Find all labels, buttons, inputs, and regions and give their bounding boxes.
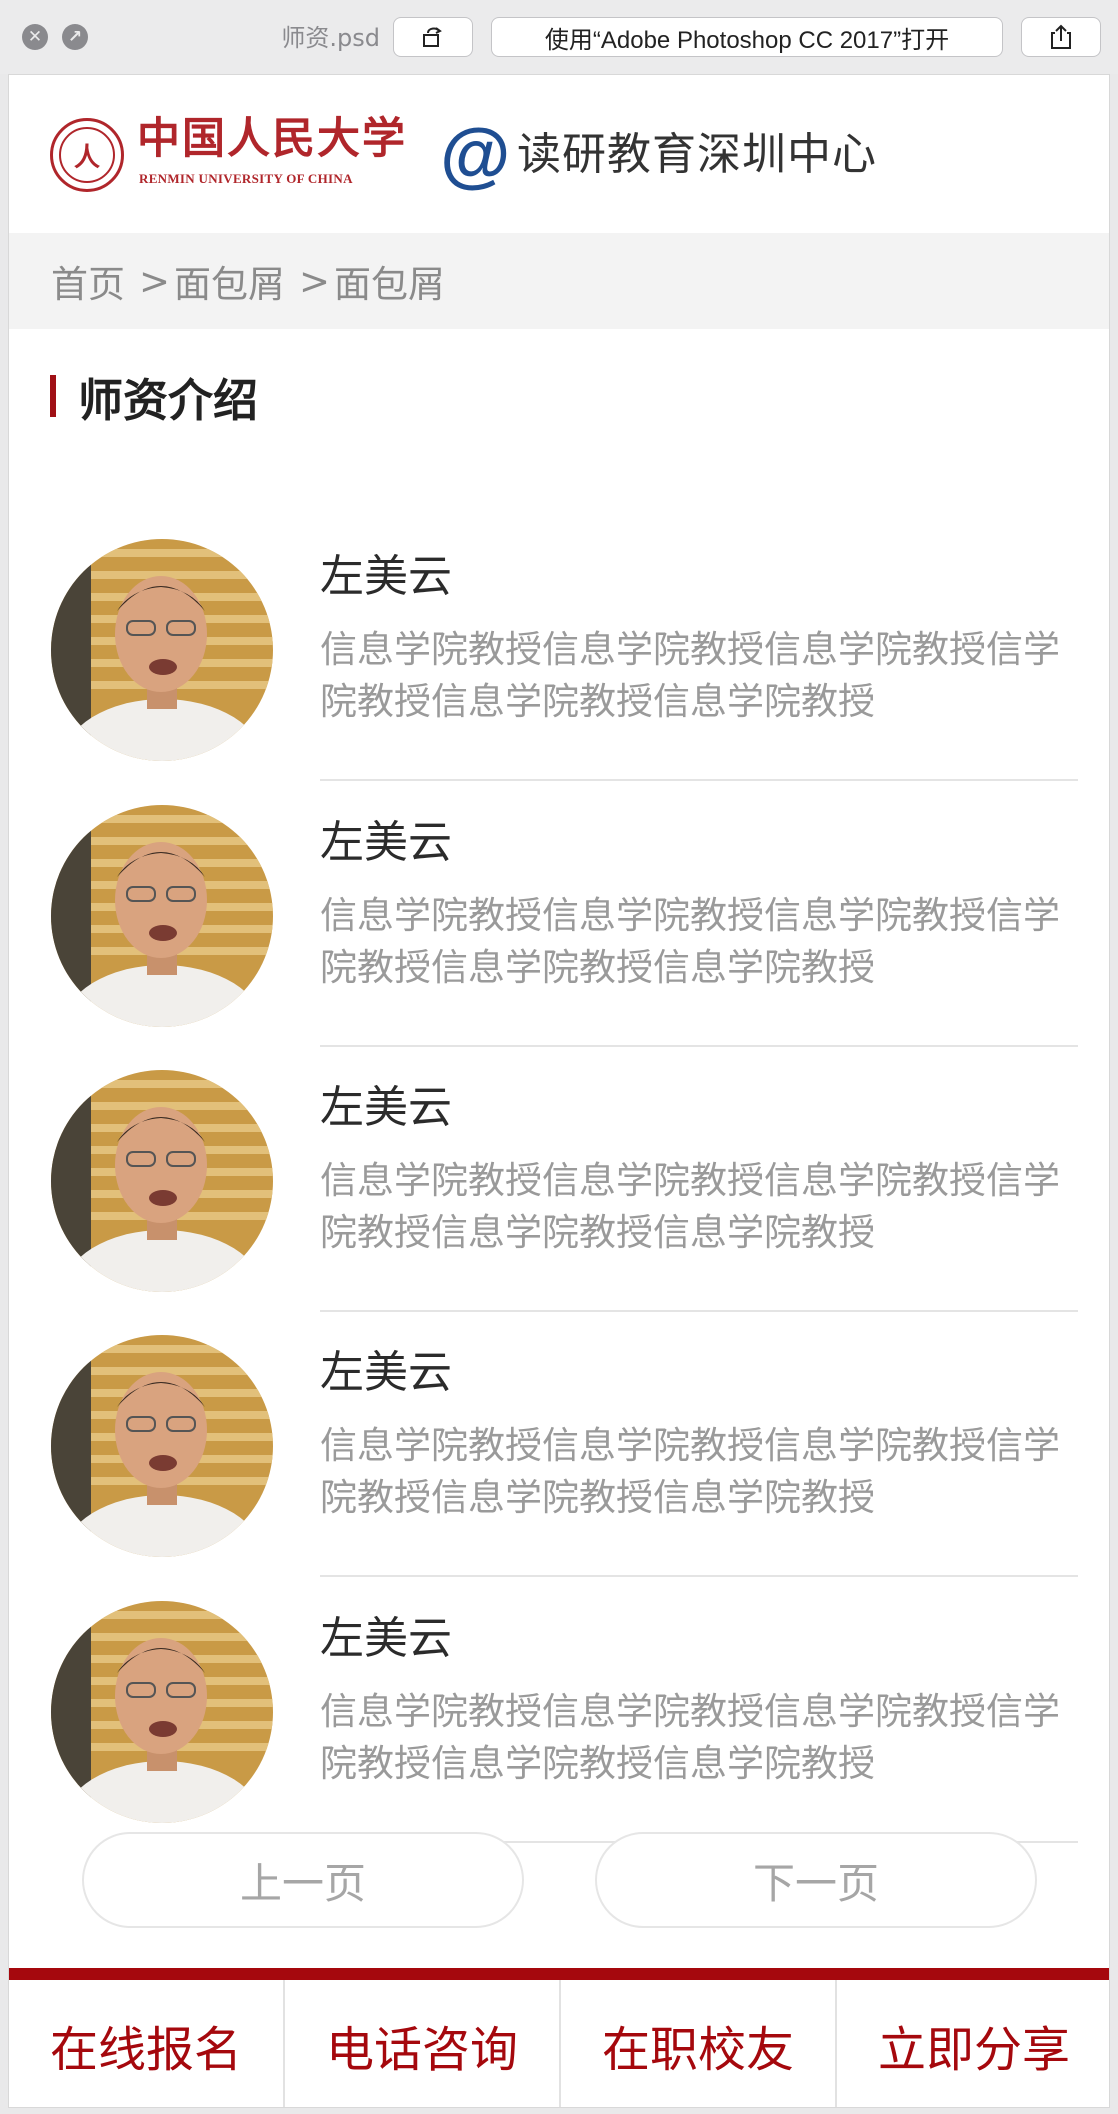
nav-online-signup[interactable]: 在线报名 <box>9 1980 285 2107</box>
breadcrumb-separator: > <box>139 259 171 303</box>
breadcrumb-item[interactable]: 面包屑 <box>174 254 285 308</box>
share-button[interactable] <box>1021 17 1101 57</box>
rotate-button[interactable] <box>393 17 473 57</box>
teacher-name: 左美云 <box>320 1347 452 1398</box>
next-page-button[interactable]: 下一页 <box>595 1832 1037 1928</box>
close-icon[interactable]: ✕ <box>22 24 48 50</box>
teacher-item[interactable]: 左美云 信息学院教授信息学院教授信息学院教授信学院教授信息学院教授信息学院教授 <box>9 449 1109 781</box>
fullscreen-icon[interactable]: ↗ <box>62 24 88 50</box>
teacher-name: 左美云 <box>320 817 452 868</box>
section-title: 师资介绍 <box>50 371 258 427</box>
prev-page-button[interactable]: 上一页 <box>82 1832 524 1928</box>
open-with-button[interactable]: 使用“Adobe Photoshop CC 2017”打开 <box>491 17 1003 57</box>
center-name: 读研教育深圳中心 <box>517 129 877 180</box>
university-name-cn: 中国人民大学 <box>137 114 407 164</box>
breadcrumb-home[interactable]: 首页 <box>51 254 125 308</box>
teacher-name: 左美云 <box>320 1613 452 1664</box>
section-title-text: 师资介绍 <box>78 373 259 427</box>
teacher-item[interactable]: 左美云 信息学院教授信息学院教授信息学院教授信学院教授信息学院教授信息学院教授 <box>9 1245 1109 1577</box>
quicklook-toolbar: ✕ ↗ 师资.psd 使用“Adobe Photoshop CC 2017”打开 <box>0 0 1118 74</box>
teacher-item[interactable]: 左美云 信息学院教授信息学院教授信息学院教授信学院教授信息学院教授信息学院教授 <box>9 1511 1109 1843</box>
breadcrumb: 首页 > 面包屑 > 面包屑 <box>9 233 1109 329</box>
teacher-name: 左美云 <box>320 551 452 602</box>
file-name: 师资.psd <box>281 24 380 52</box>
bottom-nav-accent <box>9 1968 1109 1980</box>
at-logo-icon: @ <box>439 116 510 196</box>
teacher-avatar <box>51 1601 273 1823</box>
nav-phone-consult[interactable]: 电话咨询 <box>285 1980 561 2107</box>
teacher-item[interactable]: 左美云 信息学院教授信息学院教授信息学院教授信学院教授信息学院教授信息学院教授 <box>9 980 1109 1312</box>
rotate-icon <box>423 27 442 47</box>
share-icon <box>1051 24 1071 49</box>
teacher-name: 左美云 <box>320 1082 452 1133</box>
university-seal-icon: 人 <box>50 118 124 192</box>
nav-alumni[interactable]: 在职校友 <box>561 1980 837 2107</box>
page-frame: 人 中国人民大学 RENMIN UNIVERSITY OF CHINA @ 读研… <box>8 74 1110 2108</box>
teacher-photo <box>51 1601 273 1823</box>
site-header: 人 中国人民大学 RENMIN UNIVERSITY OF CHINA @ 读研… <box>9 75 1109 233</box>
breadcrumb-item: 面包屑 <box>334 263 446 306</box>
teacher-item[interactable]: 左美云 信息学院教授信息学院教授信息学院教授信学院教授信息学院教授信息学院教授 <box>9 715 1109 1047</box>
nav-share[interactable]: 立即分享 <box>837 1980 1109 2107</box>
university-name-en: RENMIN UNIVERSITY OF CHINA <box>139 171 353 186</box>
teacher-description: 信息学院教授信息学院教授信息学院教授信学院教授信息学院教授信息学院教授 <box>320 1690 1060 1785</box>
section-marker <box>50 375 56 417</box>
bottom-nav: 在线报名 电话咨询 在职校友 立即分享 <box>9 1980 1109 2107</box>
breadcrumb-separator: > <box>299 259 331 303</box>
